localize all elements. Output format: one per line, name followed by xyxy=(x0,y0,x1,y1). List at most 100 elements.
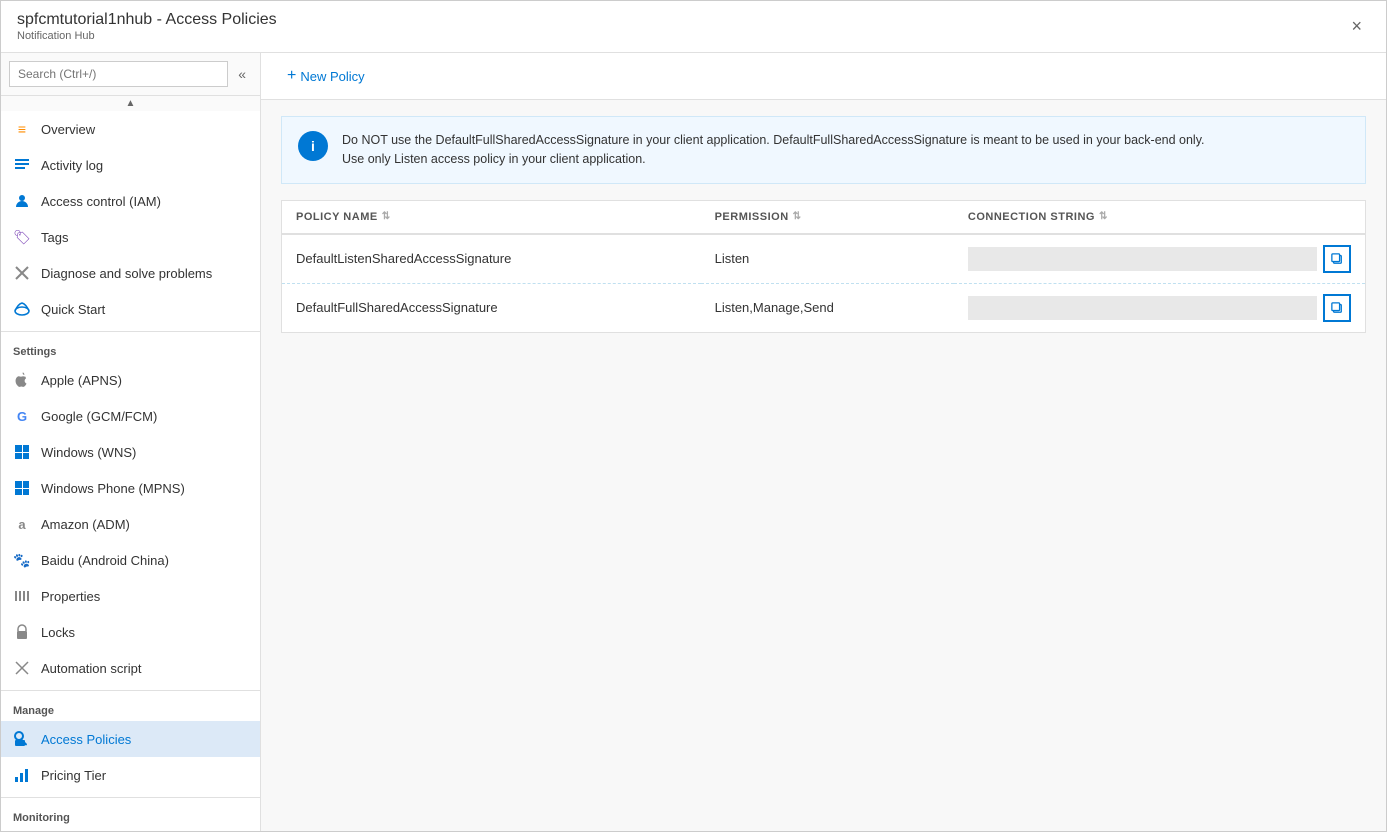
windows-icon xyxy=(13,443,31,461)
copy-button-1[interactable] xyxy=(1323,245,1351,273)
google-icon: G xyxy=(13,407,31,425)
sidebar-item-label: Properties xyxy=(41,589,100,604)
sidebar-item-automation[interactable]: Automation script xyxy=(1,650,260,686)
permission-cell-1: Listen xyxy=(701,234,954,284)
sidebar-item-properties[interactable]: Properties xyxy=(1,578,260,614)
connection-string-cell-1 xyxy=(954,234,1365,284)
diagnose-icon xyxy=(13,264,31,282)
quickstart-icon xyxy=(13,300,31,318)
policy-name-cell-2: DefaultFullSharedAccessSignature xyxy=(282,283,701,332)
close-button[interactable]: × xyxy=(1343,12,1370,41)
main-layout: « ▲ ≡ Overview Activity log xyxy=(1,53,1386,831)
baidu-icon: 🐾 xyxy=(13,551,31,569)
sidebar-item-label: Windows (WNS) xyxy=(41,445,136,460)
sidebar-item-label: Overview xyxy=(41,122,95,137)
section-monitoring-label: Monitoring xyxy=(1,802,260,828)
sidebar-item-tags[interactable]: 🏷 Tags xyxy=(1,219,260,255)
sidebar-item-apple[interactable]: Apple (APNS) xyxy=(1,362,260,398)
sidebar-item-amazon[interactable]: a Amazon (ADM) xyxy=(1,506,260,542)
section-settings-label: Settings xyxy=(1,336,260,362)
windows-phone-icon xyxy=(13,479,31,497)
copy-button-2[interactable] xyxy=(1323,294,1351,322)
sidebar-item-label: Amazon (ADM) xyxy=(41,517,130,532)
main-window: spfcmtutorial1nhub - Access Policies Not… xyxy=(0,0,1387,832)
window-title: spfcmtutorial1nhub - Access Policies xyxy=(17,11,277,29)
sidebar-item-label: Google (GCM/FCM) xyxy=(41,409,157,424)
sidebar-item-label: Diagnose and solve problems xyxy=(41,266,212,281)
connection-string-input-1[interactable] xyxy=(968,247,1317,271)
col-policy-name: POLICY NAME ⇅ xyxy=(282,201,701,234)
sidebar-item-activity-log[interactable]: Activity log xyxy=(1,147,260,183)
scroll-up-button[interactable]: ▲ xyxy=(126,98,136,109)
sort-icon-permission[interactable]: ⇅ xyxy=(793,211,802,222)
copy-icon-1 xyxy=(1331,252,1343,266)
table-header-row: POLICY NAME ⇅ PERMISSION ⇅ xyxy=(282,201,1365,234)
copy-icon-2 xyxy=(1331,301,1343,315)
sidebar-item-access-policies[interactable]: Access Policies xyxy=(1,721,260,757)
info-banner: i Do NOT use the DefaultFullSharedAccess… xyxy=(281,116,1366,184)
apple-icon xyxy=(13,371,31,389)
connection-string-container-2 xyxy=(968,294,1351,322)
title-bar-left: spfcmtutorial1nhub - Access Policies Not… xyxy=(17,11,277,42)
sidebar-item-label: Windows Phone (MPNS) xyxy=(41,481,185,496)
col-connection-string: CONNECTION STRING ⇅ xyxy=(954,201,1365,234)
tags-icon: 🏷 xyxy=(13,228,31,246)
new-policy-button[interactable]: + New Policy xyxy=(281,63,371,89)
sidebar-item-windows[interactable]: Windows (WNS) xyxy=(1,434,260,470)
connection-string-cell-2 xyxy=(954,283,1365,332)
sidebar-item-access-control[interactable]: Access control (IAM) xyxy=(1,183,260,219)
info-line1: Do NOT use the DefaultFullSharedAccessSi… xyxy=(342,133,1205,147)
table-row: DefaultListenSharedAccessSignature Liste… xyxy=(282,234,1365,284)
locks-icon xyxy=(13,623,31,641)
new-policy-plus-icon: + xyxy=(287,67,296,85)
sidebar-item-quickstart[interactable]: Quick Start xyxy=(1,291,260,327)
search-input[interactable] xyxy=(9,61,228,87)
info-line2: Use only Listen access policy in your cl… xyxy=(342,152,646,166)
automation-icon xyxy=(13,659,31,677)
sort-icon-policy[interactable]: ⇅ xyxy=(382,211,391,222)
access-policies-icon xyxy=(13,730,31,748)
sidebar-item-overview[interactable]: ≡ Overview xyxy=(1,111,260,147)
sidebar-header: « xyxy=(1,53,260,96)
access-control-icon xyxy=(13,192,31,210)
divider-monitoring xyxy=(1,797,260,798)
scroll-indicator: ▲ xyxy=(1,96,260,111)
sidebar-scroll: ≡ Overview Activity log Access control (… xyxy=(1,111,260,831)
overview-icon: ≡ xyxy=(13,120,31,138)
sidebar-item-label: Locks xyxy=(41,625,75,640)
content-area: + New Policy i Do NOT use the DefaultFul… xyxy=(261,53,1386,831)
content-toolbar: + New Policy xyxy=(261,53,1386,100)
title-bar: spfcmtutorial1nhub - Access Policies Not… xyxy=(1,1,1386,53)
sidebar-collapse-button[interactable]: « xyxy=(232,62,252,86)
policy-name-cell-1: DefaultListenSharedAccessSignature xyxy=(282,234,701,284)
sidebar-item-locks[interactable]: Locks xyxy=(1,614,260,650)
content-inner: + New Policy i Do NOT use the DefaultFul… xyxy=(261,53,1386,333)
info-icon: i xyxy=(298,131,328,161)
sidebar-item-pricing-tier[interactable]: Pricing Tier xyxy=(1,757,260,793)
sidebar-item-label: Access control (IAM) xyxy=(41,194,161,209)
sidebar-item-diagnose[interactable]: Diagnose and solve problems xyxy=(1,255,260,291)
sidebar: « ▲ ≡ Overview Activity log xyxy=(1,53,261,831)
divider-manage xyxy=(1,690,260,691)
sidebar-item-label: Automation script xyxy=(41,661,141,676)
sidebar-item-label: Activity log xyxy=(41,158,103,173)
sidebar-item-label: Pricing Tier xyxy=(41,768,106,783)
divider-settings xyxy=(1,331,260,332)
section-manage-label: Manage xyxy=(1,695,260,721)
sidebar-item-label: Tags xyxy=(41,230,68,245)
sidebar-item-baidu[interactable]: 🐾 Baidu (Android China) xyxy=(1,542,260,578)
sidebar-item-label: Baidu (Android China) xyxy=(41,553,169,568)
new-policy-label: New Policy xyxy=(300,69,364,84)
sort-icon-connection[interactable]: ⇅ xyxy=(1099,211,1108,222)
connection-string-input-2[interactable] xyxy=(968,296,1317,320)
col-permission: PERMISSION ⇅ xyxy=(701,201,954,234)
pricing-tier-icon xyxy=(13,766,31,784)
window-subtitle: Notification Hub xyxy=(17,30,277,42)
sidebar-item-google[interactable]: G Google (GCM/FCM) xyxy=(1,398,260,434)
sidebar-item-alerts[interactable]: Alerts xyxy=(1,828,260,831)
sidebar-item-windows-phone[interactable]: Windows Phone (MPNS) xyxy=(1,470,260,506)
table-row: DefaultFullSharedAccessSignature Listen,… xyxy=(282,283,1365,332)
properties-icon xyxy=(13,587,31,605)
info-text: Do NOT use the DefaultFullSharedAccessSi… xyxy=(342,131,1205,169)
policy-table-element: POLICY NAME ⇅ PERMISSION ⇅ xyxy=(282,201,1365,332)
